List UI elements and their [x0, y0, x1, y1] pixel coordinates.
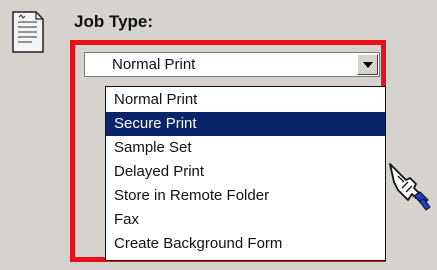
option-sample-set[interactable]: Sample Set: [106, 136, 385, 160]
pointing-hand-icon: [389, 163, 431, 211]
job-type-selected-value: Normal Print: [112, 56, 196, 73]
chevron-down-icon: [363, 62, 373, 68]
option-delayed-print[interactable]: Delayed Print: [106, 160, 385, 184]
option-fax[interactable]: Fax: [106, 208, 385, 232]
job-type-options-list: Normal Print Secure Print Sample Set Del…: [105, 86, 386, 261]
dropdown-button[interactable]: [357, 54, 378, 75]
option-normal-print[interactable]: Normal Print: [106, 88, 385, 112]
job-type-select[interactable]: Normal Print: [84, 52, 380, 77]
option-secure-print[interactable]: Secure Print: [106, 112, 385, 136]
option-store-in-remote-folder[interactable]: Store in Remote Folder: [106, 184, 385, 208]
job-type-label: Job Type:: [74, 12, 154, 31]
document-icon: [12, 11, 44, 53]
option-create-background-form[interactable]: Create Background Form: [106, 232, 385, 256]
